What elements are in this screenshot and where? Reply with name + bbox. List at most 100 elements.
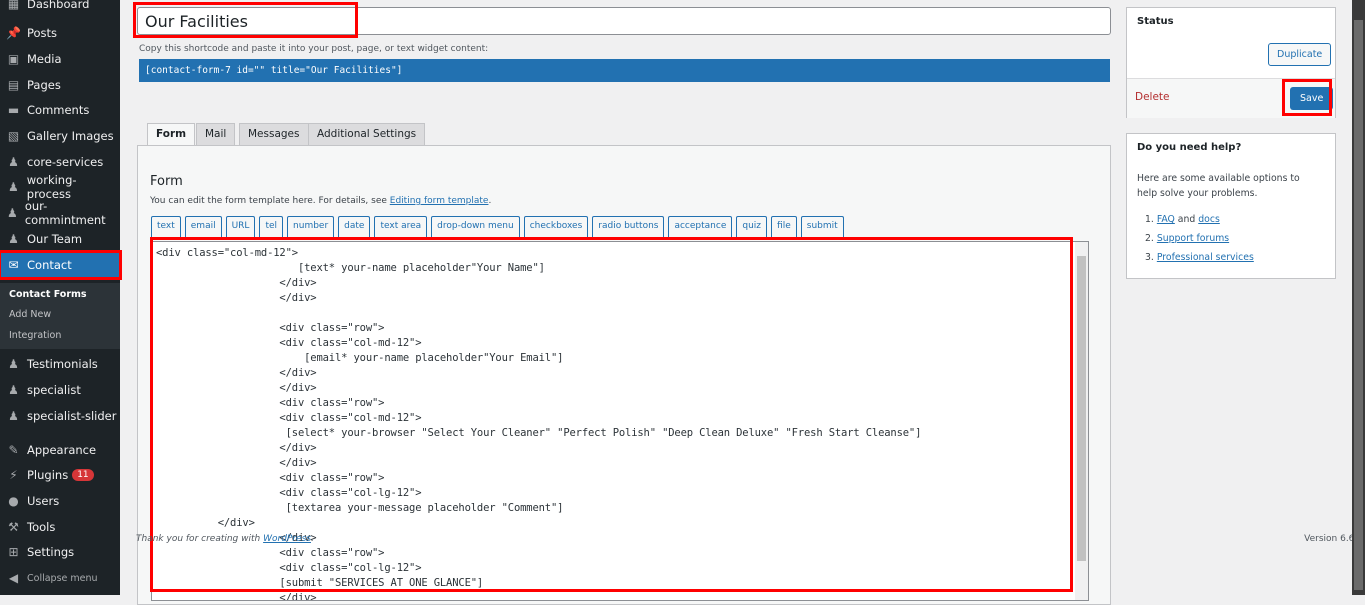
- collapse-icon: ◀: [8, 571, 19, 585]
- docs-link[interactable]: docs: [1198, 214, 1220, 225]
- sidebar-item-label: Pages: [27, 78, 61, 92]
- users-icon: ♟: [8, 232, 19, 246]
- tag-button-checkboxes[interactable]: checkboxes: [523, 216, 589, 237]
- pages-icon: ▤: [7, 78, 20, 92]
- shortcode-field[interactable]: [contact-form-7 id="" title="Our Facilit…: [139, 59, 1110, 82]
- faq-link[interactable]: FAQ: [1157, 214, 1175, 225]
- sidebar-item-dashboard[interactable]: ▦ Dashboard: [0, 0, 120, 17]
- tab-messages[interactable]: Messages: [239, 123, 309, 146]
- professional-services-link[interactable]: Professional services: [1157, 252, 1254, 263]
- sidebar-item-posts[interactable]: 📌 Posts: [0, 20, 120, 46]
- tag-button-submit[interactable]: submit: [800, 216, 844, 237]
- sidebar-item-label: Comments: [27, 103, 90, 117]
- tag-button-quiz[interactable]: quiz: [736, 216, 768, 237]
- sidebar-item-label: Collapse menu: [27, 572, 98, 584]
- sidebar-item-our-team[interactable]: ♟ Our Team: [0, 226, 120, 252]
- submenu-integration[interactable]: Integration: [9, 330, 61, 341]
- sidebar-item-specialist[interactable]: ♟ specialist: [0, 377, 120, 403]
- sidebar-item-label: Plugins: [27, 468, 69, 482]
- sidebar-item-contact[interactable]: ✉ Contact: [0, 250, 122, 280]
- update-count-badge: 11: [72, 469, 94, 481]
- users-icon: ♟: [8, 383, 19, 397]
- sidebar-item-pages[interactable]: ▤ Pages: [0, 72, 120, 98]
- sidebar-item-label: working-process: [26, 173, 77, 201]
- panel-heading: Form: [150, 174, 183, 189]
- dashboard-icon: ▦: [7, 0, 20, 11]
- sidebar-item-label: Settings: [27, 545, 75, 559]
- tag-button-date[interactable]: date: [338, 216, 371, 237]
- sidebar-item-core-services[interactable]: ♟ core-services: [0, 149, 120, 175]
- tag-button-acceptance[interactable]: acceptance: [668, 216, 733, 237]
- support-forums-link[interactable]: Support forums: [1157, 233, 1229, 244]
- help-title: Do you need help?: [1137, 142, 1242, 153]
- delete-link[interactable]: Delete: [1135, 91, 1170, 103]
- users-icon: ♟: [8, 155, 19, 169]
- sidebar-item-working-process[interactable]: ♟ working-process: [0, 173, 120, 201]
- sidebar-item-label: Gallery Images: [27, 129, 114, 143]
- plugin-icon: ⚡: [9, 468, 18, 482]
- status-title: Status: [1137, 16, 1174, 27]
- tag-button-number[interactable]: number: [287, 216, 335, 237]
- tab-additional-settings[interactable]: Additional Settings: [308, 123, 426, 146]
- form-title-input[interactable]: Our Facilities: [137, 7, 1111, 35]
- sidebar-item-label: Posts: [27, 26, 58, 40]
- pin-icon: 📌: [6, 26, 21, 40]
- sidebar-item-plugins[interactable]: ⚡ Plugins 11: [0, 462, 120, 488]
- users-icon: ♟: [8, 180, 19, 194]
- users-icon: ♟: [7, 206, 18, 220]
- tag-button-file[interactable]: file: [771, 216, 797, 237]
- sidebar-item-label: Appearance: [27, 443, 97, 457]
- sidebar-item-label: core-services: [27, 155, 104, 169]
- form-template-editor[interactable]: <div class="col-md-12"> [text* your-name…: [151, 241, 1089, 601]
- tag-generator-buttons: text email URL tel number date text area drop-d…: [151, 216, 844, 237]
- sidebar-item-collapse-menu[interactable]: ◀ Collapse menu: [0, 565, 120, 591]
- main-content: Our Facilities Copy this shortcode and p…: [120, 0, 1363, 605]
- page-scrollbar[interactable]: [1352, 0, 1365, 595]
- help-box: Do you need help? Here are some availabl…: [1126, 133, 1336, 279]
- gallery-icon: ▧: [7, 129, 20, 143]
- tag-button-tel[interactable]: tel: [259, 216, 284, 237]
- status-box: Status Duplicate Delete Save: [1126, 7, 1336, 118]
- footer-credit: Thank you for creating with WordPress.: [136, 534, 314, 544]
- editing-form-template-link[interactable]: Editing form template: [390, 196, 489, 206]
- tab-form[interactable]: Form: [147, 123, 196, 146]
- sidebar-item-specialist-slider[interactable]: ♟ specialist-slider: [0, 403, 120, 429]
- contact-submenu: Contact Forms Add New Integration: [0, 283, 120, 349]
- tag-button-text[interactable]: text: [151, 216, 181, 237]
- sidebar-item-tools[interactable]: ⚒ Tools: [0, 514, 120, 540]
- sidebar-item-testimonials[interactable]: ♟ Testimonials: [0, 351, 120, 377]
- sidebar-item-users[interactable]: ● Users: [0, 488, 120, 514]
- wordpress-link[interactable]: WordPress: [263, 534, 311, 544]
- duplicate-button[interactable]: Duplicate: [1268, 43, 1332, 66]
- brush-icon: ✎: [8, 443, 19, 457]
- tab-mail[interactable]: Mail: [196, 123, 236, 146]
- sidebar-item-label: Tools: [27, 520, 56, 534]
- help-text: Here are some available options to help …: [1137, 173, 1300, 199]
- tag-button-radio-buttons[interactable]: radio buttons: [592, 216, 665, 237]
- sidebar-item-label: Users: [27, 494, 60, 508]
- settings-icon: ⊞: [8, 545, 19, 559]
- tag-button-drop-down-menu[interactable]: drop-down menu: [431, 216, 520, 237]
- sidebar-item-our-commintment[interactable]: ♟ our-commintment: [0, 199, 120, 227]
- users-icon: ♟: [8, 409, 19, 423]
- sidebar-item-label: specialist: [27, 383, 81, 397]
- comment-icon: ▬: [7, 103, 20, 117]
- submenu-contact-forms[interactable]: Contact Forms: [9, 289, 87, 300]
- sidebar-item-label: our-commintment: [24, 199, 106, 227]
- save-button[interactable]: Save: [1290, 87, 1334, 110]
- tag-button-email[interactable]: email: [184, 216, 222, 237]
- sidebar-item-appearance[interactable]: ✎ Appearance: [0, 437, 120, 463]
- sidebar-item-gallery-images[interactable]: ▧ Gallery Images: [0, 123, 120, 149]
- tag-button-url[interactable]: URL: [225, 216, 256, 237]
- wrench-icon: ⚒: [8, 520, 19, 534]
- sidebar-item-media[interactable]: ▣ Media: [0, 46, 120, 72]
- editor-scrollbar[interactable]: [1075, 242, 1088, 600]
- shortcode-hint: Copy this shortcode and paste it into yo…: [139, 44, 489, 54]
- submenu-add-new[interactable]: Add New: [9, 309, 51, 320]
- sidebar-item-settings[interactable]: ⊞ Settings: [0, 539, 120, 565]
- tag-button-text-area[interactable]: text area: [374, 216, 428, 237]
- sidebar-item-label: Contact: [27, 258, 72, 272]
- media-icon: ▣: [7, 52, 20, 66]
- sidebar-item-label: Our Team: [27, 232, 83, 246]
- sidebar-item-comments[interactable]: ▬ Comments: [0, 97, 120, 123]
